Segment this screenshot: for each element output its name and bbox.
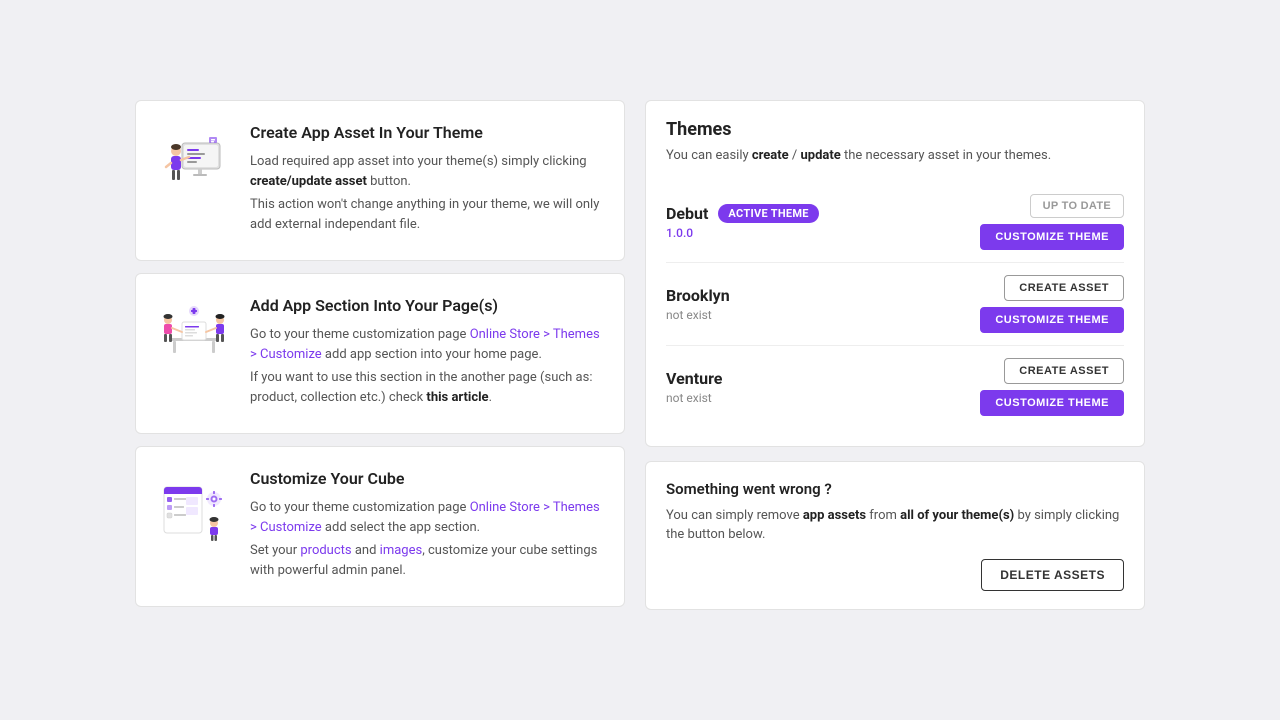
theme-venture-name: Venture	[666, 369, 722, 388]
right-panel: Themes You can easily create / update th…	[645, 100, 1145, 610]
themes-subtitle: You can easily create / update the neces…	[666, 146, 1124, 166]
btn-up-to-date-debut: UP TO DATE	[1030, 194, 1124, 218]
illustration-cube	[154, 469, 234, 549]
btn-customize-debut[interactable]: CUSTOMIZE THEME	[980, 224, 1124, 250]
theme-venture-name-row: Venture	[666, 369, 722, 388]
theme-debut-info: Debut Active Theme 1.0.0	[666, 204, 819, 240]
card-create-asset: Create App Asset In Your Theme Load requ…	[135, 100, 625, 261]
card-create-asset-text1: Load required app asset into your theme(…	[250, 152, 602, 191]
btn-customize-venture[interactable]: CUSTOMIZE THEME	[980, 390, 1124, 416]
link-images[interactable]: images	[380, 543, 423, 558]
link-online-store-2[interactable]: Online Store > Themes > Customize	[250, 500, 600, 535]
card-customize-cube-content: Customize Your Cube Go to your theme cus…	[250, 469, 602, 584]
illustration-asset	[154, 123, 234, 203]
theme-row-debut: Debut Active Theme 1.0.0 UP TO DATE CUST…	[666, 182, 1124, 263]
theme-row-brooklyn: Brooklyn not exist CREATE ASSET CUSTOMIZ…	[666, 263, 1124, 346]
card-add-section-text1: Go to your theme customization page Onli…	[250, 325, 602, 364]
theme-debut-version: 1.0.0	[666, 226, 819, 240]
card-create-asset-text2: This action won't change anything in you…	[250, 195, 602, 234]
theme-debut-name-row: Debut Active Theme	[666, 204, 819, 223]
theme-brooklyn-actions: CREATE ASSET CUSTOMIZE THEME	[980, 275, 1124, 333]
theme-brooklyn-name: Brooklyn	[666, 286, 730, 305]
theme-brooklyn-status: not exist	[666, 308, 730, 322]
theme-debut-name: Debut	[666, 204, 708, 223]
left-panel: Create App Asset In Your Theme Load requ…	[135, 100, 625, 610]
theme-venture-actions: CREATE ASSET CUSTOMIZE THEME	[980, 358, 1124, 416]
theme-debut-actions: UP TO DATE CUSTOMIZE THEME	[980, 194, 1124, 250]
error-card: Something went wrong ? You can simply re…	[645, 461, 1145, 610]
card-add-section-text2: If you want to use this section in the a…	[250, 368, 602, 407]
theme-venture-info: Venture not exist	[666, 369, 722, 405]
card-add-section-title: Add App Section Into Your Page(s)	[250, 296, 602, 315]
card-customize-cube-text1: Go to your theme customization page Onli…	[250, 498, 602, 537]
badge-active-theme: Active Theme	[718, 204, 818, 223]
card-create-asset-content: Create App Asset In Your Theme Load requ…	[250, 123, 602, 238]
btn-create-asset-venture[interactable]: CREATE ASSET	[1004, 358, 1124, 384]
themes-title: Themes	[666, 119, 1124, 140]
link-products[interactable]: products	[300, 543, 351, 558]
error-actions: DELETE ASSETS	[666, 559, 1124, 591]
btn-delete-assets[interactable]: DELETE ASSETS	[981, 559, 1124, 591]
illustration-section	[154, 296, 234, 376]
card-customize-cube: Customize Your Cube Go to your theme cus…	[135, 446, 625, 607]
error-text: You can simply remove app assets from al…	[666, 506, 1124, 545]
btn-create-asset-brooklyn[interactable]: CREATE ASSET	[1004, 275, 1124, 301]
btn-customize-brooklyn[interactable]: CUSTOMIZE THEME	[980, 307, 1124, 333]
theme-row-venture: Venture not exist CREATE ASSET CUSTOMIZE…	[666, 346, 1124, 428]
card-add-section: Add App Section Into Your Page(s) Go to …	[135, 273, 625, 434]
main-container: Create App Asset In Your Theme Load requ…	[135, 100, 1145, 610]
link-online-store-1[interactable]: Online Store > Themes > Customize	[250, 327, 600, 362]
theme-venture-status: not exist	[666, 391, 722, 405]
theme-brooklyn-info: Brooklyn not exist	[666, 286, 730, 322]
theme-brooklyn-name-row: Brooklyn	[666, 286, 730, 305]
card-create-asset-title: Create App Asset In Your Theme	[250, 123, 602, 142]
card-customize-cube-title: Customize Your Cube	[250, 469, 602, 488]
card-add-section-content: Add App Section Into Your Page(s) Go to …	[250, 296, 602, 411]
card-customize-cube-text2: Set your products and images, customize …	[250, 541, 602, 580]
link-this-article[interactable]: this article	[426, 390, 488, 405]
themes-card: Themes You can easily create / update th…	[645, 100, 1145, 447]
error-title: Something went wrong ?	[666, 480, 1124, 498]
